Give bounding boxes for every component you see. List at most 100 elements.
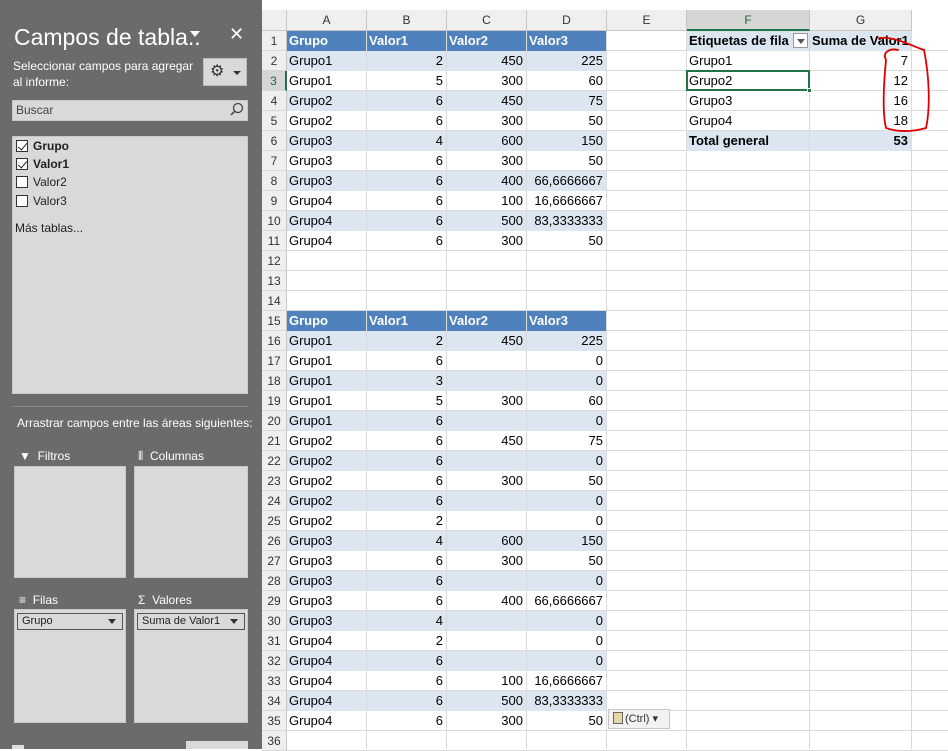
row-header-22[interactable]: 22 (262, 451, 287, 471)
table-cell[interactable]: 225 (527, 331, 606, 351)
table-header-cell[interactable]: Valor3 (527, 311, 606, 331)
table-cell[interactable]: 400 (447, 591, 526, 611)
column-header-a[interactable]: A (287, 10, 367, 31)
row-header-34[interactable]: 34 (262, 691, 287, 711)
table-cell[interactable]: 450 (447, 51, 526, 71)
table-cell[interactable]: Grupo1 (287, 391, 366, 411)
table-cell[interactable]: 6 (367, 111, 446, 131)
table-cell[interactable]: 450 (447, 91, 526, 111)
table-cell[interactable]: 50 (527, 151, 606, 171)
table-cell[interactable]: Grupo2 (287, 91, 366, 111)
row-header-12[interactable]: 12 (262, 251, 287, 271)
paste-options-button[interactable]: (Ctrl) ▾ (608, 709, 670, 729)
table-cell[interactable]: 0 (527, 371, 606, 391)
table-cell[interactable]: 5 (367, 391, 446, 411)
table-cell[interactable]: 6 (367, 231, 446, 251)
table-cell[interactable]: 0 (527, 651, 606, 671)
row-header-2[interactable]: 2 (262, 51, 287, 71)
table-cell[interactable]: Grupo4 (287, 711, 366, 731)
values-area[interactable]: Suma de Valor1 (134, 609, 248, 723)
table-cell[interactable]: 66,6666667 (527, 171, 606, 191)
table-cell[interactable]: Grupo3 (287, 571, 366, 591)
field-item-valor2[interactable]: Valor2 (15, 173, 67, 191)
table-cell[interactable]: 6 (367, 151, 446, 171)
checkbox-icon[interactable] (16, 176, 28, 188)
table-cell[interactable]: 6 (367, 451, 446, 471)
table-header-cell[interactable]: Valor2 (447, 31, 526, 51)
table-cell[interactable]: Grupo2 (287, 471, 366, 491)
table-cell[interactable]: 500 (447, 691, 526, 711)
table-cell[interactable] (447, 511, 526, 531)
search-input[interactable]: Buscar (12, 100, 248, 121)
table-cell[interactable]: 16,6666667 (527, 671, 606, 691)
table-cell[interactable]: 6 (367, 191, 446, 211)
row-header-1[interactable]: 1 (262, 31, 287, 51)
row-header-28[interactable]: 28 (262, 571, 287, 591)
table-cell[interactable]: 450 (447, 431, 526, 451)
column-header-d[interactable]: D (527, 10, 607, 31)
row-header-26[interactable]: 26 (262, 531, 287, 551)
table-cell[interactable]: 75 (527, 91, 606, 111)
table-cell[interactable]: 60 (527, 71, 606, 91)
table-cell[interactable]: 225 (527, 51, 606, 71)
row-header-24[interactable]: 24 (262, 491, 287, 511)
table-cell[interactable]: 6 (367, 651, 446, 671)
table-cell[interactable]: 6 (367, 551, 446, 571)
column-header-c[interactable]: C (447, 10, 527, 31)
table-cell[interactable] (447, 611, 526, 631)
table-cell[interactable]: Grupo3 (287, 591, 366, 611)
table-cell[interactable]: 4 (367, 611, 446, 631)
table-cell[interactable]: 4 (367, 531, 446, 551)
column-header-e[interactable]: E (607, 10, 687, 31)
table-cell[interactable]: 3 (367, 371, 446, 391)
row-header-19[interactable]: 19 (262, 391, 287, 411)
column-header-f[interactable]: F (687, 10, 810, 31)
table-cell[interactable]: 6 (367, 471, 446, 491)
table-cell[interactable]: 6 (367, 491, 446, 511)
pivot-header-value[interactable]: Suma de Valor1 (810, 31, 911, 51)
row-header-23[interactable]: 23 (262, 471, 287, 491)
table-cell[interactable]: Grupo4 (287, 631, 366, 651)
table-cell[interactable]: Grupo2 (287, 431, 366, 451)
table-cell[interactable]: 50 (527, 711, 606, 731)
table-cell[interactable]: 16,6666667 (527, 191, 606, 211)
pivot-row-value[interactable]: 18 (810, 111, 911, 131)
table-cell[interactable]: 600 (447, 131, 526, 151)
table-cell[interactable]: Grupo2 (287, 491, 366, 511)
table-cell[interactable]: 300 (447, 471, 526, 491)
rows-field-chip[interactable]: Grupo (17, 613, 123, 630)
row-header-17[interactable]: 17 (262, 351, 287, 371)
pivot-row-value[interactable]: 7 (810, 51, 911, 71)
row-header-5[interactable]: 5 (262, 111, 287, 131)
table-cell[interactable]: 150 (527, 131, 606, 151)
row-header-33[interactable]: 33 (262, 671, 287, 691)
table-cell[interactable]: 300 (447, 711, 526, 731)
column-header-g[interactable]: G (810, 10, 912, 31)
row-header-11[interactable]: 11 (262, 231, 287, 251)
table-cell[interactable]: 6 (367, 711, 446, 731)
close-icon[interactable]: ✕ (229, 24, 244, 45)
rows-area[interactable]: Grupo (14, 609, 126, 723)
row-header-36[interactable]: 36 (262, 731, 287, 751)
table-cell[interactable]: Grupo3 (287, 171, 366, 191)
pivot-row-value[interactable]: 12 (810, 71, 911, 91)
table-cell[interactable]: Grupo4 (287, 231, 366, 251)
table-header-cell[interactable]: Valor1 (367, 311, 446, 331)
select-all-corner[interactable] (262, 10, 287, 31)
table-cell[interactable]: 6 (367, 171, 446, 191)
table-cell[interactable]: 75 (527, 431, 606, 451)
pivot-row-label[interactable]: Grupo3 (687, 91, 809, 111)
table-cell[interactable]: 300 (447, 231, 526, 251)
table-header-cell[interactable]: Grupo (287, 311, 366, 331)
table-cell[interactable]: Grupo1 (287, 71, 366, 91)
table-cell[interactable]: 0 (527, 571, 606, 591)
table-cell[interactable] (447, 411, 526, 431)
table-cell[interactable]: 0 (527, 631, 606, 651)
update-button[interactable] (186, 741, 248, 749)
table-cell[interactable]: 6 (367, 351, 446, 371)
table-cell[interactable]: 66,6666667 (527, 591, 606, 611)
table-cell[interactable]: Grupo2 (287, 451, 366, 471)
row-header-6[interactable]: 6 (262, 131, 287, 151)
row-header-21[interactable]: 21 (262, 431, 287, 451)
row-header-8[interactable]: 8 (262, 171, 287, 191)
